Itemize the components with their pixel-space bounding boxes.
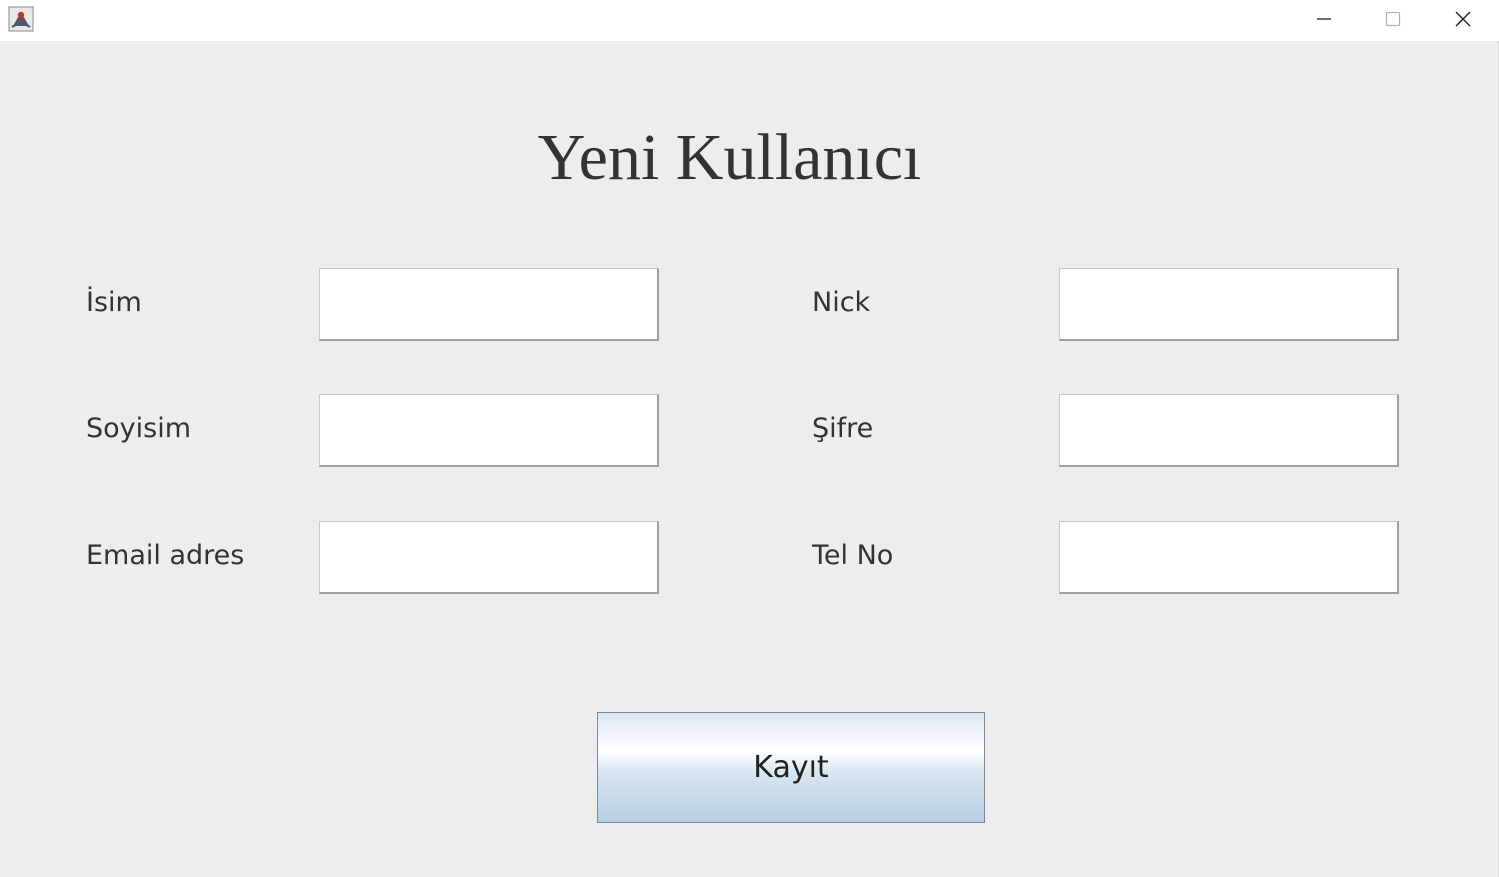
maximize-button[interactable] xyxy=(1358,0,1428,41)
app-window: Yeni Kullanıcı İsim Soyisim Email adres … xyxy=(0,0,1499,877)
close-button[interactable] xyxy=(1428,0,1498,41)
minimize-button[interactable] xyxy=(1289,0,1359,41)
java-app-icon[interactable] xyxy=(8,6,34,32)
kayit-button[interactable]: Kayıt xyxy=(597,712,985,823)
tel-no-input[interactable] xyxy=(1059,521,1399,594)
maximize-icon xyxy=(1384,10,1402,32)
close-icon xyxy=(1453,9,1473,33)
sifre-input[interactable] xyxy=(1059,394,1399,467)
label-isim: İsim xyxy=(86,287,142,318)
isim-input[interactable] xyxy=(319,268,659,341)
nick-input[interactable] xyxy=(1059,268,1399,341)
label-tel-no: Tel No xyxy=(812,540,894,571)
soyisim-input[interactable] xyxy=(319,394,659,467)
minimize-icon xyxy=(1315,10,1333,32)
label-sifre: Şifre xyxy=(812,413,874,444)
label-soyisim: Soyisim xyxy=(86,413,192,444)
form-title: Yeni Kullanıcı xyxy=(537,121,922,194)
label-nick: Nick xyxy=(812,287,871,318)
title-bar[interactable] xyxy=(0,0,1499,41)
label-email: Email adres xyxy=(86,540,245,571)
email-input[interactable] xyxy=(319,521,659,594)
